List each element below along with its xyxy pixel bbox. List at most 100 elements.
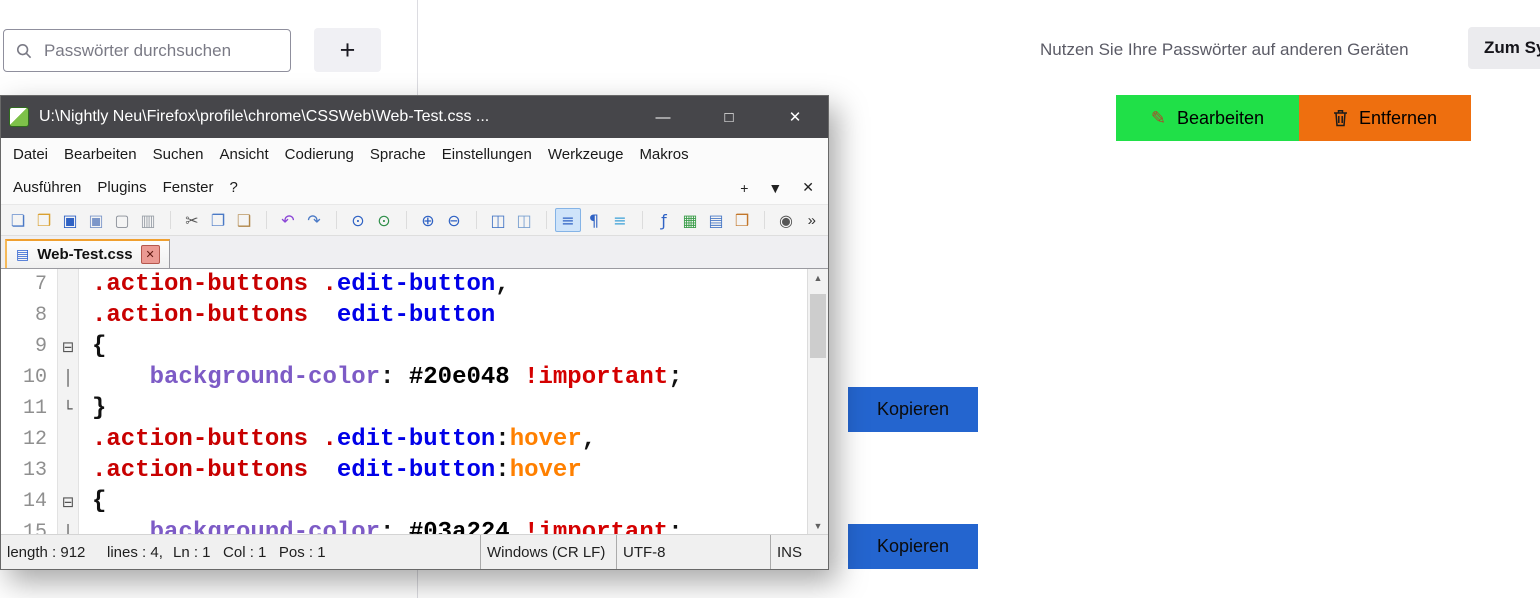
menu-item-plugins[interactable]: Plugins <box>89 179 154 196</box>
status-doc-lines: lines : 4, <box>101 535 167 569</box>
copy-password-button[interactable]: Kopieren <box>848 524 978 569</box>
code-line: 15│ background-color: #03a224 !important… <box>1 517 807 534</box>
menu-item-datei[interactable]: Datei <box>5 146 56 163</box>
redo-icon[interactable]: ↷ <box>301 208 327 232</box>
menu-extra-controls: + ▼ ✕ <box>740 179 824 196</box>
new-file-icon[interactable]: ❏ <box>5 208 31 232</box>
status-caret-position: Ln : 1 Col : 1 Pos : 1 <box>167 535 480 569</box>
vertical-scrollbar[interactable]: ▲ ▼ <box>807 269 828 534</box>
menu-row-1: DateiBearbeitenSuchenAnsichtCodierungSpr… <box>5 138 824 171</box>
line-number: 11 <box>1 397 57 420</box>
edit-button-label: Bearbeiten <box>1177 108 1264 129</box>
menu-item-codierung[interactable]: Codierung <box>277 146 362 163</box>
toolbar-separator <box>161 211 171 229</box>
trash-icon <box>1333 109 1348 127</box>
code-line: 8.action-buttons edit-button <box>1 300 807 331</box>
search-input[interactable] <box>42 40 278 62</box>
code-line: 7.action-buttons .edit-button, <box>1 269 807 300</box>
editor[interactable]: 7.action-buttons .edit-button,8.action-b… <box>1 269 828 534</box>
saved-document-icon: ▤ <box>16 247 29 263</box>
close-file-icon[interactable]: ▢ <box>109 208 135 232</box>
fold-marker-icon[interactable]: ⊟ <box>57 486 79 517</box>
monitoring-icon[interactable]: ◉ <box>773 208 799 232</box>
fold-guide: │ <box>57 362 79 393</box>
scroll-up-icon[interactable]: ▲ <box>808 269 828 286</box>
copy-icon[interactable]: ❐ <box>205 208 231 232</box>
scrollbar-thumb[interactable] <box>810 294 826 358</box>
find-icon[interactable]: ⊙ <box>345 208 371 232</box>
menu-item-ansicht[interactable]: Ansicht <box>211 146 276 163</box>
copy-username-button[interactable]: Kopieren <box>848 387 978 432</box>
scrollbar-track[interactable] <box>808 286 828 517</box>
fold-guide: └ <box>57 393 79 424</box>
fold-guide: │ <box>57 517 79 534</box>
save-all-icon[interactable]: ▣ <box>83 208 109 232</box>
menu-item-einstellungen[interactable]: Einstellungen <box>434 146 540 163</box>
minimize-icon[interactable]: — <box>630 96 696 138</box>
save-icon[interactable]: ▣ <box>57 208 83 232</box>
document-list-icon[interactable]: ▤ <box>703 208 729 232</box>
close-icon[interactable]: ✕ <box>762 96 828 138</box>
sync-scroll-icon[interactable]: ◫ <box>511 208 537 232</box>
menu-item-bearbeiten[interactable]: Bearbeiten <box>56 146 145 163</box>
plus-icon[interactable]: + <box>740 180 748 196</box>
maximize-icon[interactable]: □ <box>696 96 762 138</box>
toolbar-overflow-icon[interactable]: » <box>808 212 824 229</box>
status-eol-format: Windows (CR LF) <box>480 535 616 569</box>
zoom-in-icon[interactable]: ⊕ <box>415 208 441 232</box>
fold-guide <box>57 269 79 300</box>
add-login-button[interactable]: + <box>314 28 381 72</box>
tab-web-test-css[interactable]: ▤ Web-Test.css ✕ <box>5 239 170 268</box>
menu-item-fenster[interactable]: Fenster <box>155 179 222 196</box>
folder-as-workspace-icon[interactable]: ❒ <box>729 208 755 232</box>
code-line: 10│ background-color: #20e048 !important… <box>1 362 807 393</box>
word-wrap-icon[interactable]: ≡ <box>555 208 581 232</box>
menu-item-ausf-hren[interactable]: Ausführen <box>5 179 89 196</box>
menu-item-help[interactable]: ? <box>221 179 245 196</box>
toolbar: ❏❒▣▣▢▥✂❐❑↶↷⊙⊙⊕⊖◫◫≡¶≡ƒ▦▤❒◉ » <box>1 204 828 236</box>
paste-icon[interactable]: ❑ <box>231 208 257 232</box>
split-view-icon[interactable]: ◫ <box>485 208 511 232</box>
function-list-icon[interactable]: ƒ <box>651 208 677 232</box>
code-area[interactable]: 7.action-buttons .edit-button,8.action-b… <box>1 269 807 534</box>
menu-item-suchen[interactable]: Suchen <box>145 146 212 163</box>
dropdown-icon[interactable]: ▼ <box>768 180 782 196</box>
window-title: U:\Nightly Neu\Firefox\profile\chrome\CS… <box>39 108 630 126</box>
print-icon[interactable]: ▥ <box>135 208 161 232</box>
code-line: 14⊟{ <box>1 486 807 517</box>
pencil-icon: ✎ <box>1151 108 1166 129</box>
status-bar: length : 912lines : 4,Ln : 1 Col : 1 Pos… <box>1 534 828 569</box>
line-number: 12 <box>1 428 57 451</box>
notepadpp-window: U:\Nightly Neu\Firefox\profile\chrome\CS… <box>0 95 829 570</box>
code-text: .action-buttons edit-button <box>79 302 495 329</box>
line-number: 13 <box>1 459 57 482</box>
open-file-icon[interactable]: ❒ <box>31 208 57 232</box>
undo-icon[interactable]: ↶ <box>275 208 301 232</box>
menu-item-makros[interactable]: Makros <box>631 146 696 163</box>
menu-item-sprache[interactable]: Sprache <box>362 146 434 163</box>
cut-icon[interactable]: ✂ <box>179 208 205 232</box>
replace-icon[interactable]: ⊙ <box>371 208 397 232</box>
password-search-box[interactable] <box>3 29 291 72</box>
zoom-out-icon[interactable]: ⊖ <box>441 208 467 232</box>
sync-button[interactable]: Zum Sy <box>1468 27 1540 69</box>
document-map-icon[interactable]: ▦ <box>677 208 703 232</box>
menu-item-werkzeuge[interactable]: Werkzeuge <box>540 146 632 163</box>
fold-guide <box>57 424 79 455</box>
menu-close-icon[interactable]: ✕ <box>802 179 814 196</box>
remove-button-label: Entfernen <box>1359 108 1437 129</box>
toolbar-separator <box>397 211 407 229</box>
indent-guide-icon[interactable]: ≡ <box>607 208 633 232</box>
tab-close-icon[interactable]: ✕ <box>141 245 160 264</box>
title-bar[interactable]: U:\Nightly Neu\Firefox\profile\chrome\CS… <box>1 96 828 138</box>
edit-password-button[interactable]: ✎ Bearbeiten <box>1116 95 1299 141</box>
search-icon <box>16 42 32 60</box>
toolbar-separator <box>633 211 643 229</box>
remove-password-button[interactable]: Entfernen <box>1299 95 1471 141</box>
toolbar-separator <box>537 211 547 229</box>
fold-marker-icon[interactable]: ⊟ <box>57 331 79 362</box>
line-number: 10 <box>1 366 57 389</box>
show-all-characters-icon[interactable]: ¶ <box>581 208 607 232</box>
scroll-down-icon[interactable]: ▼ <box>808 517 828 534</box>
code-text: .action-buttons edit-button:hover <box>79 457 582 484</box>
